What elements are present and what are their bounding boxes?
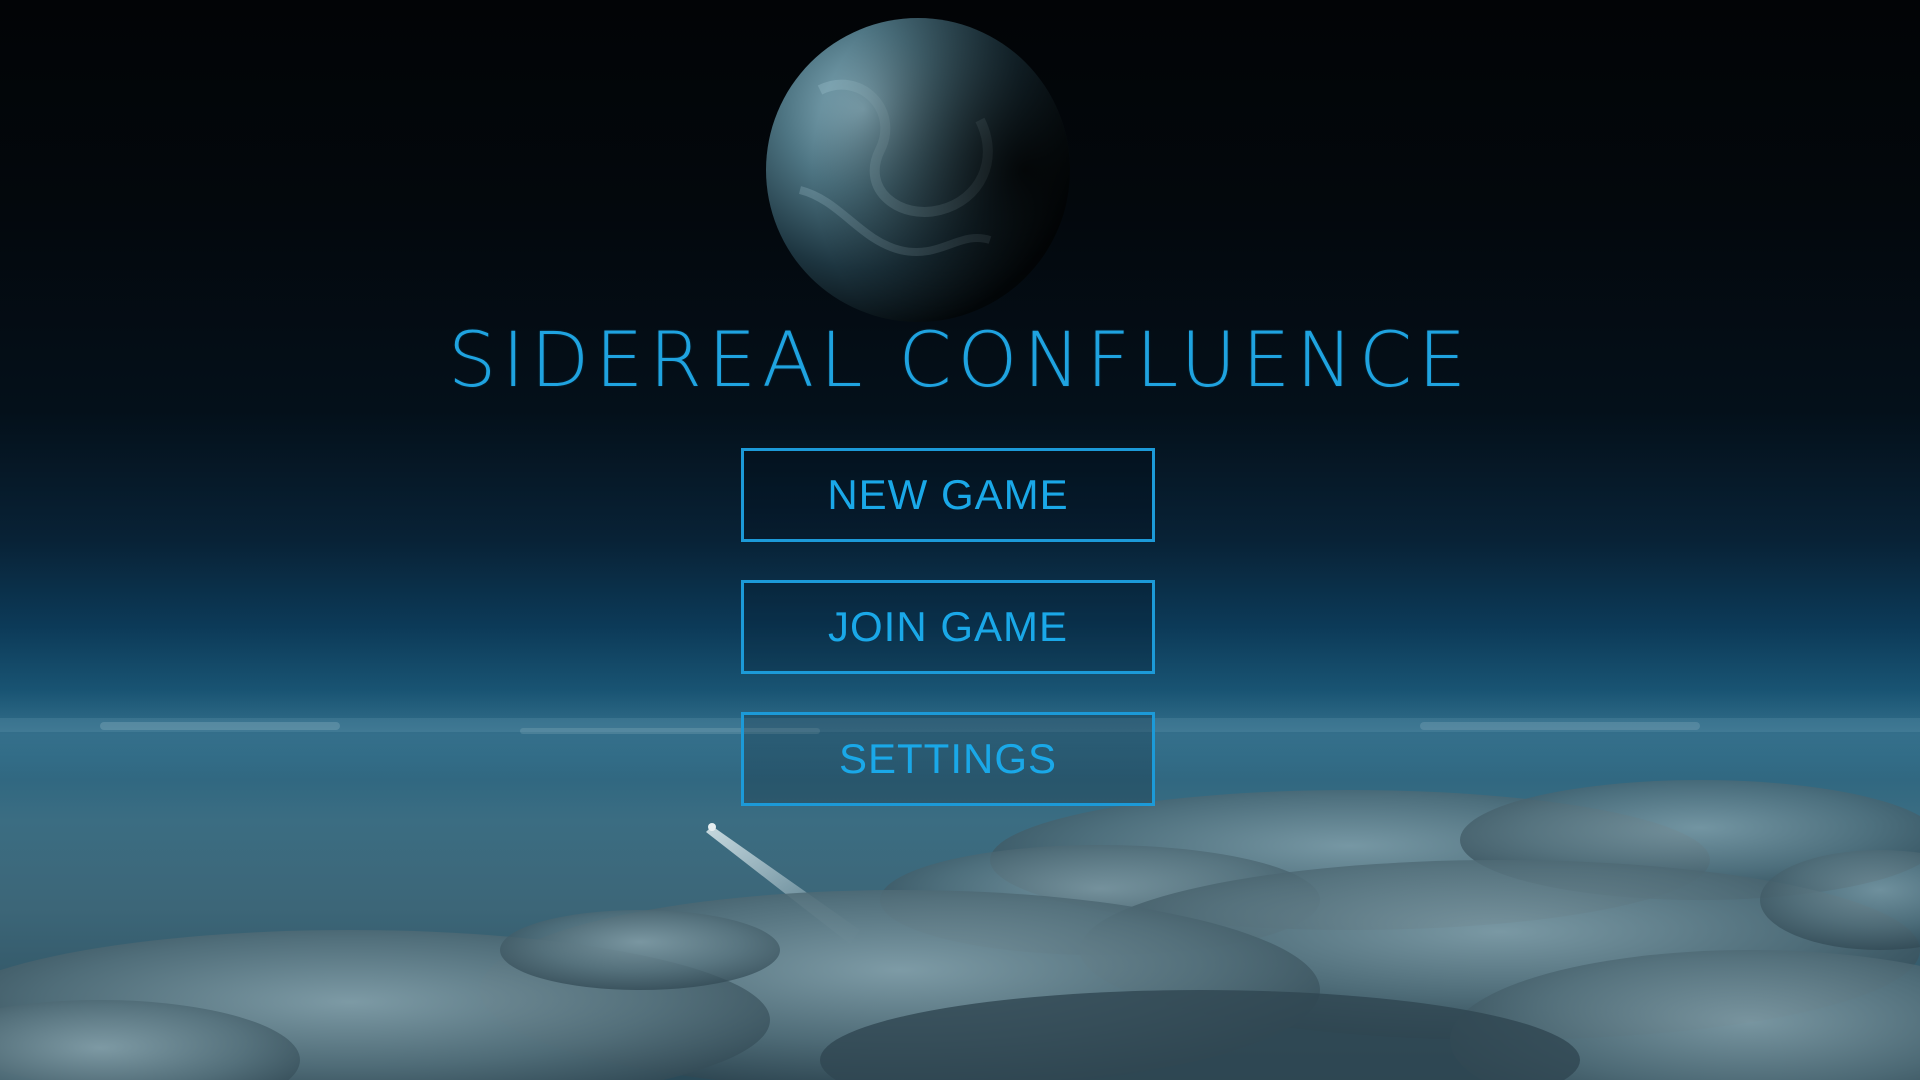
new-game-button[interactable]: NEW GAME	[741, 448, 1155, 542]
main-menu-screen: SIDEREAL CONFLUENCE NEW GAME JOIN GAME S…	[0, 0, 1920, 1080]
join-game-label: JOIN GAME	[827, 603, 1069, 650]
new-game-label: NEW GAME	[827, 471, 1069, 518]
main-menu: NEW GAME JOIN GAME SETTINGS	[741, 448, 1155, 844]
settings-label: SETTINGS	[838, 735, 1058, 782]
settings-button[interactable]: SETTINGS	[741, 712, 1155, 806]
join-game-button[interactable]: JOIN GAME	[741, 580, 1155, 674]
game-title: SIDEREAL CONFLUENCE	[447, 315, 1473, 404]
planet	[766, 18, 1070, 322]
